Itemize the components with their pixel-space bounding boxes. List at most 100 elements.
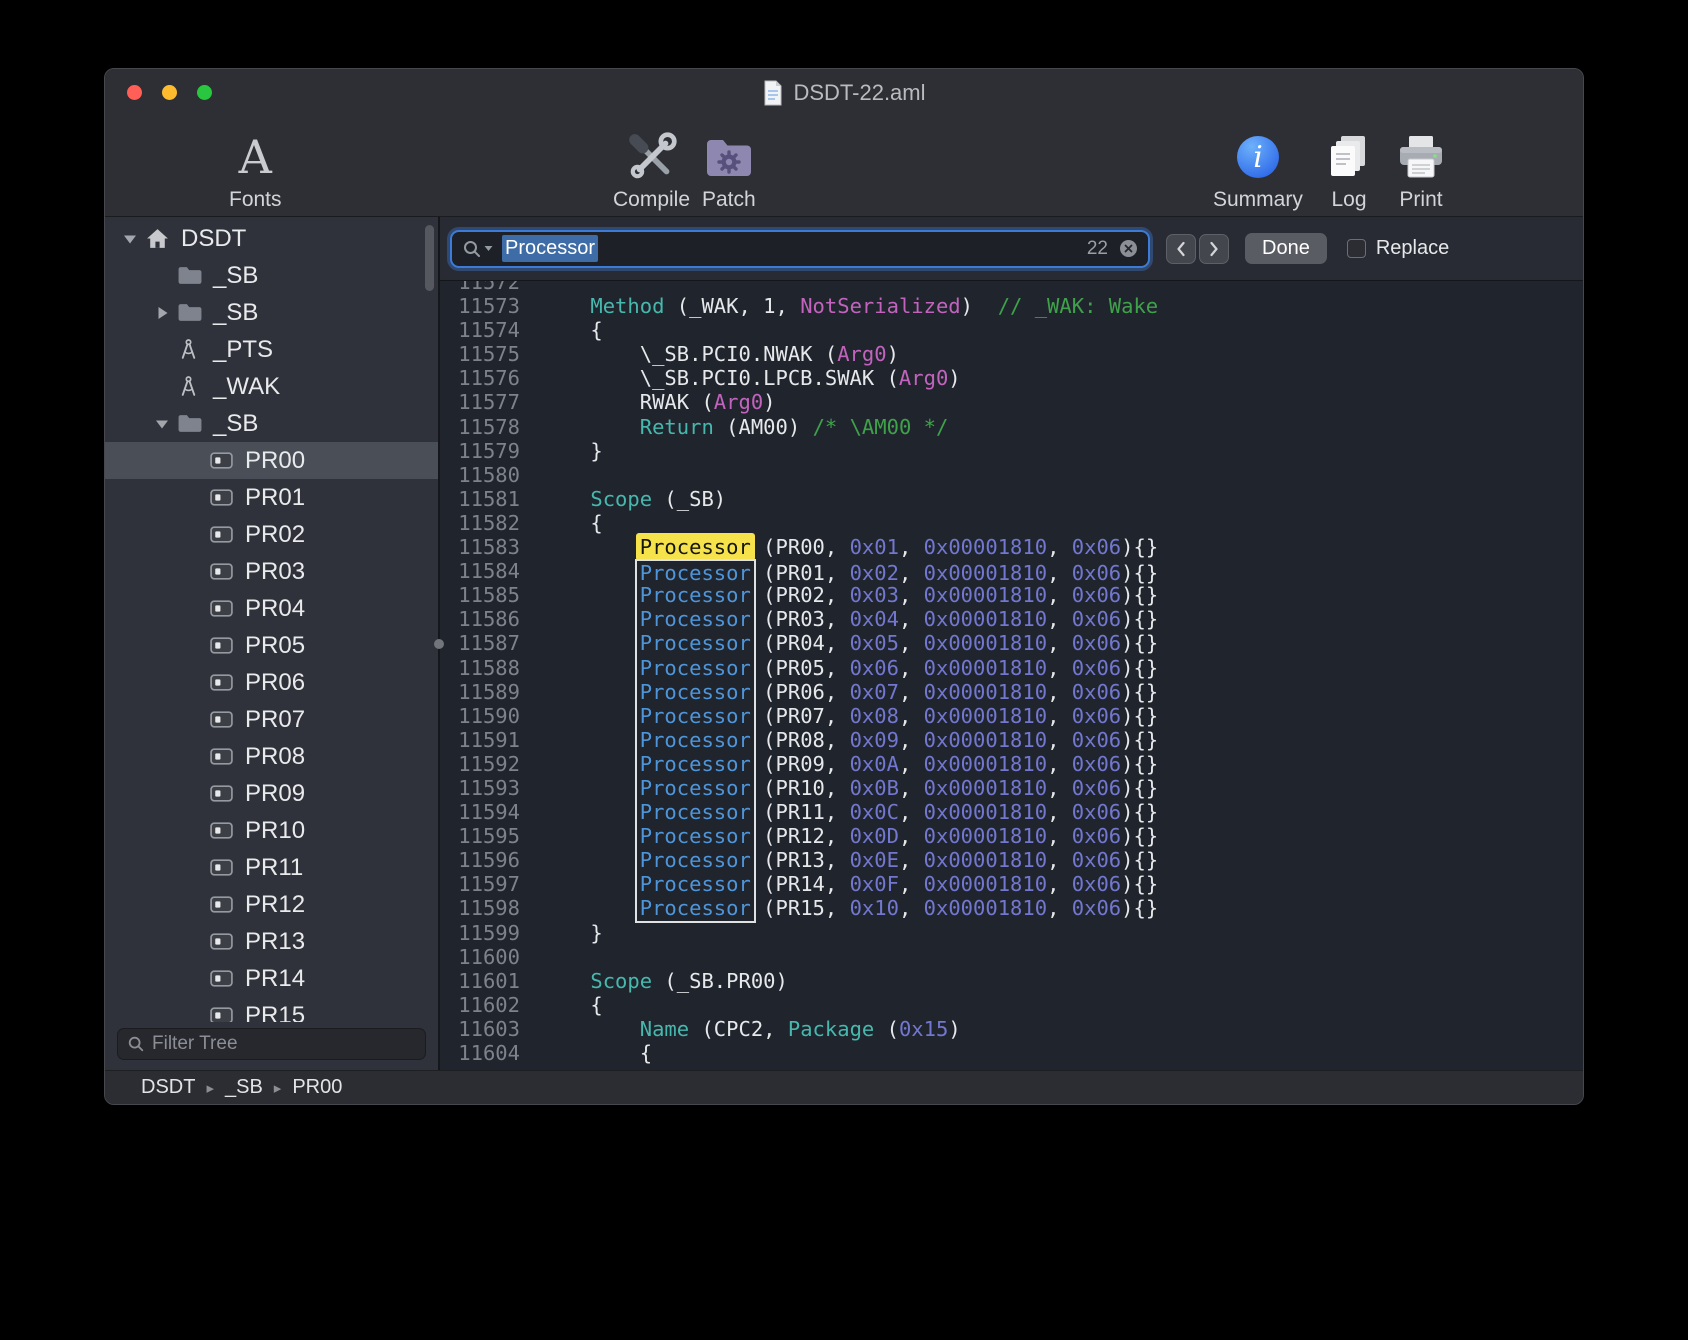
- filter-tree-input[interactable]: Filter Tree: [117, 1028, 426, 1060]
- code-line[interactable]: 11572: [440, 281, 1583, 294]
- compile-button[interactable]: Compile: [613, 129, 690, 212]
- sidebar-item-pr07[interactable]: PR07: [105, 701, 438, 738]
- code-text: Processor (PR15, 0x10, 0x00001810, 0x06)…: [520, 896, 1158, 920]
- code-line[interactable]: 11598 Processor (PR15, 0x10, 0x00001810,…: [440, 896, 1583, 920]
- sidebar-item-sb[interactable]: _SB: [105, 294, 438, 331]
- print-button[interactable]: Print: [1395, 129, 1447, 212]
- code-line[interactable]: 11583 Processor (PR00, 0x01, 0x00001810,…: [440, 535, 1583, 559]
- code-line[interactable]: 11594 Processor (PR11, 0x0C, 0x00001810,…: [440, 800, 1583, 824]
- code-line[interactable]: 11576 \_SB.PCI0.LPCB.SWAK (Arg0): [440, 366, 1583, 390]
- code-line[interactable]: 11591 Processor (PR08, 0x09, 0x00001810,…: [440, 728, 1583, 752]
- breadcrumb-item-sb[interactable]: _SB: [225, 1076, 263, 1099]
- code-line[interactable]: 11578 Return (AM00) /* \AM00 */: [440, 415, 1583, 439]
- sidebar-item-pr13[interactable]: PR13: [105, 923, 438, 960]
- breadcrumb-item-dsdt[interactable]: DSDT: [141, 1076, 195, 1099]
- line-number: 11588: [440, 656, 520, 680]
- code-segment: ): [948, 366, 960, 390]
- document-icon[interactable]: [762, 80, 784, 106]
- code-line[interactable]: 11590 Processor (PR07, 0x08, 0x00001810,…: [440, 704, 1583, 728]
- sidebar-item-pr14[interactable]: PR14: [105, 960, 438, 997]
- code-line[interactable]: 11596 Processor (PR13, 0x0E, 0x00001810,…: [440, 848, 1583, 872]
- sidebar-item-pr00[interactable]: PR00: [105, 442, 438, 479]
- code-segment: 0x0D: [850, 824, 899, 848]
- sidebar-item-pr08[interactable]: PR08: [105, 738, 438, 775]
- code-segment: (CPC2,: [689, 1017, 788, 1041]
- summary-button[interactable]: i Summary: [1213, 129, 1303, 212]
- breadcrumb-item-pr00[interactable]: PR00: [292, 1076, 342, 1099]
- sidebar-item-pr05[interactable]: PR05: [105, 627, 438, 664]
- done-button[interactable]: Done: [1245, 233, 1327, 264]
- zoom-button[interactable]: [197, 85, 212, 100]
- tree-item-label: _PTS: [209, 336, 273, 364]
- sidebar-item-sb[interactable]: _SB: [105, 257, 438, 294]
- code-line[interactable]: 11573 Method (_WAK, 1, NotSerialized) //…: [440, 294, 1583, 318]
- sidebar-item-pr10[interactable]: PR10: [105, 812, 438, 849]
- sidebar-item-pr01[interactable]: PR01: [105, 479, 438, 516]
- minimize-button[interactable]: [162, 85, 177, 100]
- sidebar-item-pr12[interactable]: PR12: [105, 886, 438, 923]
- disclosure-open-icon[interactable]: [147, 418, 177, 430]
- patch-button[interactable]: Patch: [702, 129, 756, 212]
- code-line[interactable]: 11577 RWAK (Arg0): [440, 390, 1583, 414]
- code-text: [520, 945, 541, 969]
- code-line[interactable]: 11584 Processor (PR01, 0x02, 0x00001810,…: [440, 559, 1583, 583]
- code-line[interactable]: 11592 Processor (PR09, 0x0A, 0x00001810,…: [440, 752, 1583, 776]
- code-line[interactable]: 11603 Name (CPC2, Package (0x15): [440, 1017, 1583, 1041]
- replace-checkbox[interactable]: [1347, 239, 1366, 258]
- code-line[interactable]: 11581 Scope (_SB): [440, 487, 1583, 511]
- next-match-button[interactable]: [1199, 234, 1229, 264]
- code-line[interactable]: 11575 \_SB.PCI0.NWAK (Arg0): [440, 342, 1583, 366]
- sidebar-item-wak[interactable]: _WAK: [105, 368, 438, 405]
- code-segment: 0x00001810: [924, 607, 1047, 631]
- sidebar-item-pr02[interactable]: PR02: [105, 516, 438, 553]
- code-segment: 0x06: [1072, 583, 1121, 607]
- sidebar-item-sb[interactable]: _SB: [105, 405, 438, 442]
- clear-search-icon[interactable]: [1119, 239, 1138, 258]
- code-line[interactable]: 11582 {: [440, 511, 1583, 535]
- code-line[interactable]: 11587 Processor (PR04, 0x05, 0x00001810,…: [440, 631, 1583, 655]
- code-line[interactable]: 11597 Processor (PR14, 0x0F, 0x00001810,…: [440, 872, 1583, 896]
- code-line[interactable]: 11602 {: [440, 993, 1583, 1017]
- disclosure-closed-icon[interactable]: [147, 306, 177, 320]
- sidebar-item-dsdt[interactable]: DSDT: [105, 220, 438, 257]
- code-line[interactable]: 11599 }: [440, 921, 1583, 945]
- title-bar[interactable]: DSDT-22.aml: [105, 69, 1583, 117]
- code-line[interactable]: 11585 Processor (PR02, 0x03, 0x00001810,…: [440, 583, 1583, 607]
- search-icon[interactable]: [462, 239, 493, 259]
- code-line[interactable]: 11601 Scope (_SB.PR00): [440, 969, 1583, 993]
- find-input[interactable]: Processor 22: [450, 230, 1150, 268]
- code-line[interactable]: 11600: [440, 945, 1583, 969]
- disclosure-open-icon[interactable]: [115, 233, 145, 245]
- sidebar-item-pr04[interactable]: PR04: [105, 590, 438, 627]
- sidebar-scrollbar[interactable]: [425, 225, 434, 291]
- code-segment: ,: [1047, 535, 1072, 559]
- code-segment: ){}: [1121, 752, 1158, 776]
- log-button[interactable]: Log: [1323, 129, 1375, 212]
- code-line[interactable]: 11595 Processor (PR12, 0x0D, 0x00001810,…: [440, 824, 1583, 848]
- sidebar-item-pr11[interactable]: PR11: [105, 849, 438, 886]
- sidebar-item-pr03[interactable]: PR03: [105, 553, 438, 590]
- code-line[interactable]: 11593 Processor (PR10, 0x0B, 0x00001810,…: [440, 776, 1583, 800]
- split-divider[interactable]: [438, 217, 440, 1070]
- fonts-button[interactable]: A Fonts: [229, 129, 282, 212]
- patch-label: Patch: [702, 188, 756, 212]
- code-line[interactable]: 11589 Processor (PR06, 0x07, 0x00001810,…: [440, 680, 1583, 704]
- code-segment: ){}: [1121, 535, 1158, 559]
- code-line[interactable]: 11574 {: [440, 318, 1583, 342]
- close-button[interactable]: [127, 85, 142, 100]
- code-segment: Method: [590, 294, 664, 318]
- code-segment: ): [948, 1017, 960, 1041]
- code-line[interactable]: 11604 {: [440, 1041, 1583, 1065]
- sidebar-item-pr15[interactable]: PR15: [105, 997, 438, 1022]
- code-line[interactable]: 11580: [440, 463, 1583, 487]
- sidebar-item-pr09[interactable]: PR09: [105, 775, 438, 812]
- code-line[interactable]: 11586 Processor (PR03, 0x04, 0x00001810,…: [440, 607, 1583, 631]
- sidebar-item-pts[interactable]: _PTS: [105, 331, 438, 368]
- sidebar-item-pr06[interactable]: PR06: [105, 664, 438, 701]
- code-segment: {: [541, 1041, 652, 1065]
- code-line[interactable]: 11579 }: [440, 439, 1583, 463]
- code-editor[interactable]: 1157211573 Method (_WAK, 1, NotSerialize…: [440, 281, 1583, 1070]
- split-handle-icon[interactable]: [434, 639, 444, 649]
- code-line[interactable]: 11588 Processor (PR05, 0x06, 0x00001810,…: [440, 656, 1583, 680]
- previous-match-button[interactable]: [1166, 234, 1196, 264]
